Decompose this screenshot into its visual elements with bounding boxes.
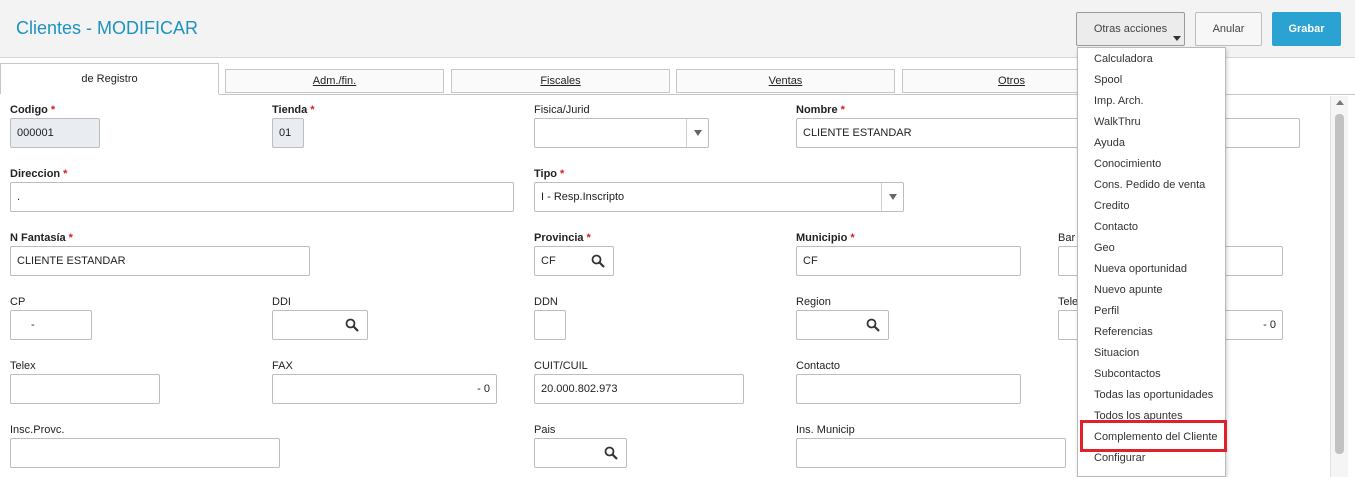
barrio-label: Bar [1058,232,1076,244]
tab-label: Ventas [768,75,803,87]
menu-item-todas-oportunidades[interactable]: Todas las oportunidades [1078,384,1225,405]
menu-item-perfil[interactable]: Perfil [1078,300,1225,321]
tipo-select[interactable]: I - Resp.Inscripto [534,182,904,212]
provincia-field[interactable]: CF [534,246,614,276]
menu-item-conocimiento[interactable]: Conocimiento [1078,153,1225,174]
pais-field[interactable] [534,438,627,468]
anular-button[interactable]: Anular [1195,12,1262,46]
cuit-label: CUIT/CUIL [534,360,588,372]
tienda-field[interactable]: 01 [272,118,304,148]
tab-adm-fin[interactable]: Adm./fin. [225,69,444,93]
telex-field[interactable] [10,374,160,404]
search-icon[interactable] [591,254,605,268]
tab-label: Otros [998,75,1025,87]
menu-item-ayuda[interactable]: Ayuda [1078,132,1225,153]
tipo-label: Tipo * [534,168,565,180]
fisica-jurid-label: Fisica/Jurid [534,104,590,116]
menu-item-geo[interactable]: Geo [1078,237,1225,258]
menu-item-referencias[interactable]: Referencias [1078,321,1225,342]
fax-label: FAX [272,360,293,372]
menu-item-walkthru[interactable]: WalkThru [1078,111,1225,132]
highlight-box [1080,420,1227,452]
search-icon[interactable] [604,446,618,460]
menu-item-cons-pedido[interactable]: Cons. Pedido de venta [1078,174,1225,195]
tab-ventas[interactable]: Ventas [676,69,895,93]
chevron-down-icon[interactable] [881,183,903,211]
fax-field[interactable]: - 0 [272,374,497,404]
insc-provc-field[interactable] [10,438,280,468]
tienda-label: Tienda * [272,104,315,116]
contacto-field[interactable] [796,374,1021,404]
menu-item-nueva-oportunidad[interactable]: Nueva oportunidad [1078,258,1225,279]
tab-de-registro[interactable]: de Registro [0,63,219,94]
otras-acciones-menu: Calculadora Spool Imp. Arch. WalkThru Ay… [1077,47,1226,477]
telex-label: Telex [10,360,36,372]
cuit-field[interactable]: 20.000.802.973 [534,374,744,404]
pais-label: Pais [534,424,556,436]
caret-down-icon [1173,36,1181,41]
scroll-thumb[interactable] [1335,114,1344,454]
provincia-label: Provincia * [534,232,591,244]
ddi-label: DDI [272,296,291,308]
menu-item-contacto[interactable]: Contacto [1078,216,1225,237]
fisica-jurid-select[interactable] [534,118,709,148]
n-fantasia-field[interactable]: CLIENTE ESTANDAR [10,246,310,276]
telefono-label: Tele [1058,296,1079,308]
n-fantasia-label: N Fantasía * [10,232,73,244]
cp-label: CP [10,296,26,308]
tab-label: Fiscales [540,75,581,87]
otras-acciones-label: Otras acciones [1093,23,1168,35]
menu-item-imp-arch[interactable]: Imp. Arch. [1078,90,1225,111]
search-icon[interactable] [345,318,359,332]
municipio-field[interactable]: CF [796,246,1021,276]
contacto-label: Contacto [796,360,841,372]
ins-municip-label: Ins. Municip [796,424,855,436]
otras-acciones-button[interactable]: Otras acciones [1076,12,1185,46]
insc-provc-label: Insc.Provc. [10,424,65,436]
page-title: Clientes - MODIFICAR [16,18,199,38]
nombre-label: Nombre * [796,104,845,116]
codigo-field[interactable]: 000001 [10,118,100,148]
menu-item-nuevo-apunte[interactable]: Nuevo apunte [1078,279,1225,300]
municipio-label: Municipio * [796,232,855,244]
scroll-up-icon[interactable] [1336,100,1344,105]
search-icon[interactable] [866,318,880,332]
menu-item-calculadora[interactable]: Calculadora [1078,48,1225,69]
direccion-field[interactable]: . [10,182,514,212]
region-field[interactable] [796,310,889,340]
ddn-label: DDN [534,296,558,308]
menu-item-subcontactos[interactable]: Subcontactos [1078,363,1225,384]
tab-label: Adm./fin. [312,75,357,87]
tab-fiscales[interactable]: Fiscales [451,69,670,93]
ins-municip-field[interactable] [796,438,1066,468]
region-label: Region [796,296,831,308]
vertical-scrollbar[interactable] [1330,96,1348,477]
cp-field[interactable]: - [10,310,92,340]
chevron-down-icon[interactable] [686,119,708,147]
menu-item-credito[interactable]: Credito [1078,195,1225,216]
codigo-label: Codigo * [10,104,56,116]
ddn-field[interactable] [534,310,566,340]
menu-item-spool[interactable]: Spool [1078,69,1225,90]
tab-label: de Registro [81,73,138,85]
ddi-field[interactable] [272,310,368,340]
grabar-button[interactable]: Grabar [1272,12,1341,46]
direccion-label: Direccion * [10,168,68,180]
menu-item-situacion[interactable]: Situacion [1078,342,1225,363]
